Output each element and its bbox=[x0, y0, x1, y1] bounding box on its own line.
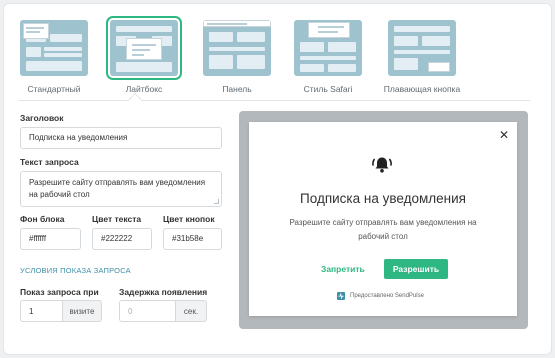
tab-standard[interactable]: Стандартный bbox=[16, 18, 92, 94]
tab-lightbox[interactable]: Лайтбокс bbox=[106, 16, 182, 94]
powered-by-text: Предоставлено SendPulse bbox=[350, 293, 424, 299]
resize-handle[interactable] bbox=[214, 199, 219, 204]
show-on-visit-input[interactable]: 1 bbox=[20, 300, 63, 322]
request-text-label: Текст запроса bbox=[20, 157, 79, 167]
tabs-divider bbox=[18, 100, 530, 101]
standard-thumbnail bbox=[20, 20, 88, 76]
tab-label: Лайтбокс bbox=[125, 84, 163, 94]
tab-label: Стандартный bbox=[27, 84, 81, 94]
title-label: Заголовок bbox=[20, 113, 64, 123]
delay-label: Задержка появления bbox=[119, 287, 208, 297]
tab-safari[interactable]: Стиль Safari bbox=[290, 18, 366, 94]
lightbox-thumbnail bbox=[106, 16, 182, 80]
active-tab-pointer bbox=[127, 92, 143, 108]
show-on-visit-label: Показ запроса при bbox=[20, 287, 99, 297]
tab-floating-button[interactable]: Плавающая кнопка bbox=[379, 18, 465, 94]
background-color-label: Фон блока bbox=[20, 214, 65, 224]
bell-icon bbox=[372, 157, 392, 173]
tab-label: Панель bbox=[222, 84, 252, 94]
button-color-label: Цвет кнопок bbox=[163, 214, 215, 224]
style-tabs: Стандартный Лайтбокс Панель Стиль Safari… bbox=[16, 16, 465, 94]
safari-thumbnail bbox=[294, 20, 362, 76]
tab-label: Стиль Safari bbox=[303, 84, 353, 94]
request-text-input[interactable]: Разрешите сайту отправлять вам уведомлен… bbox=[20, 171, 222, 207]
deny-button[interactable]: Запретить bbox=[321, 264, 365, 274]
powered-by[interactable]: Предоставлено SendPulse bbox=[337, 292, 424, 300]
tab-label: Плавающая кнопка bbox=[383, 84, 461, 94]
close-icon[interactable]: ✕ bbox=[499, 128, 509, 142]
tab-panel[interactable]: Панель bbox=[199, 18, 275, 94]
modal-text: Разрешите сайту отправлять вам уведомлен… bbox=[289, 218, 477, 241]
visit-suffix: визите bbox=[62, 300, 102, 322]
title-input[interactable]: Подписка на уведомления bbox=[20, 127, 222, 149]
conditions-section-title: Условия показа запроса bbox=[20, 266, 131, 275]
delay-input[interactable]: 0 bbox=[119, 300, 176, 322]
text-color-input[interactable]: #222222 bbox=[92, 228, 152, 250]
modal-title: Подписка на уведомления bbox=[300, 191, 466, 206]
background-color-input[interactable]: #ffffff bbox=[20, 228, 81, 250]
notification-modal-preview: ✕ Подписка на уведомления Разрешите сайт… bbox=[249, 122, 517, 316]
seconds-suffix: сек. bbox=[175, 300, 207, 322]
allow-button[interactable]: Разрешить bbox=[384, 259, 448, 279]
panel-thumbnail bbox=[203, 20, 271, 76]
request-text-value: Разрешите сайту отправлять вам уведомлен… bbox=[29, 178, 206, 199]
text-color-label: Цвет текста bbox=[92, 214, 142, 224]
button-color-input[interactable]: #31b58e bbox=[163, 228, 222, 250]
sendpulse-logo-icon bbox=[337, 292, 345, 300]
floating-button-thumbnail bbox=[388, 20, 456, 76]
